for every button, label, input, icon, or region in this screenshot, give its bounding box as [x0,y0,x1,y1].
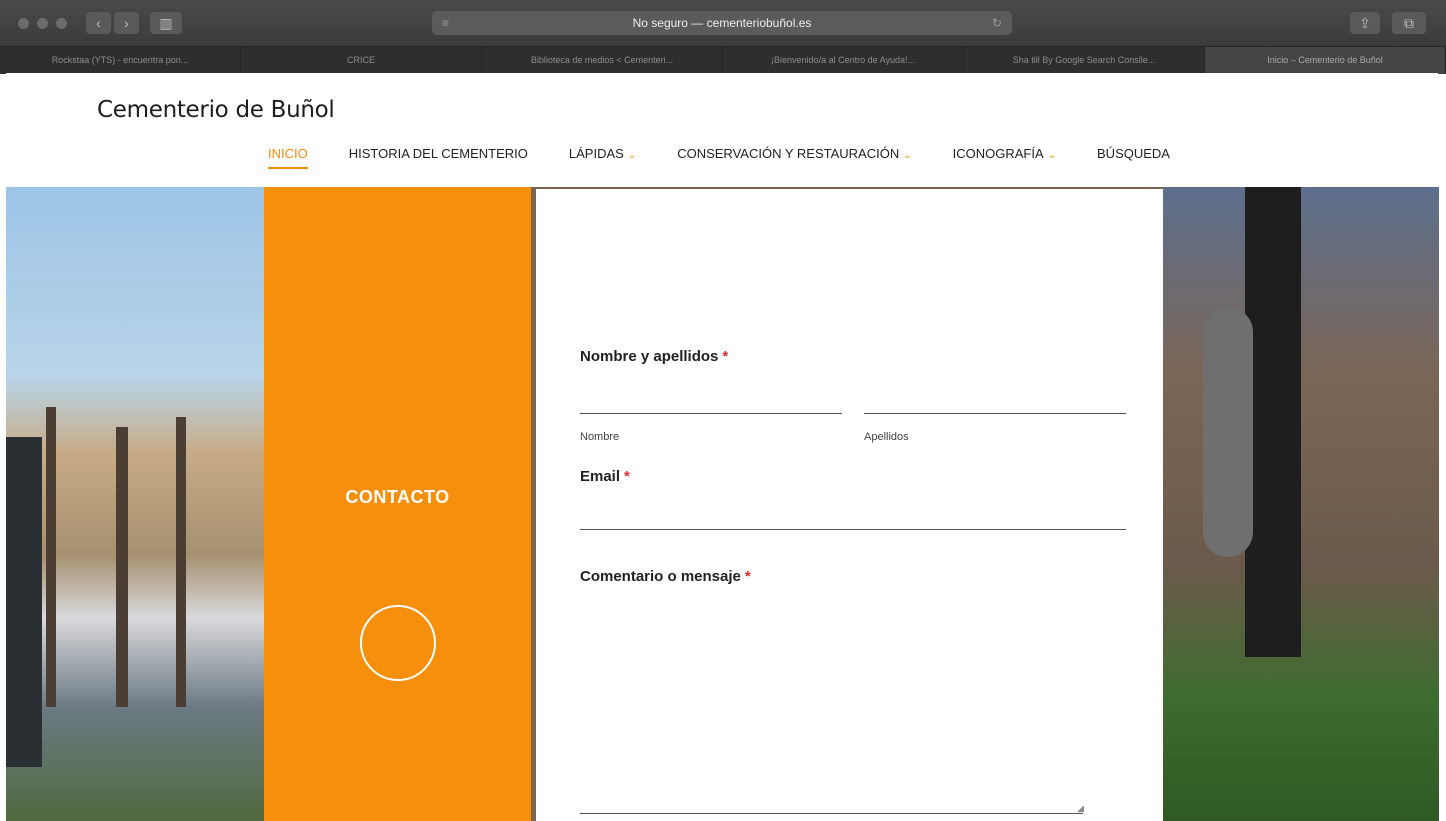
required-marker: * [722,348,729,365]
close-window-button[interactable] [18,18,29,29]
menu-item-busqueda[interactable]: BÚSQUEDA [1097,146,1170,161]
last-name-sublabel: Apellidos [864,431,909,443]
email-label-text: Email [580,468,621,485]
tree-trunk [46,407,56,707]
contact-title: CONTACTO [345,487,450,507]
menu-item-conservacion[interactable]: CONSERVACIÓN Y RESTAURACIÓN ⌄ [677,146,911,161]
tree-trunk [176,417,186,707]
menu-item-label: INICIO [268,146,308,161]
browser-tab[interactable]: ¡Bienvenido/a al Centro de Ayuda!... [723,47,964,74]
share-icon: ⇪ [1359,15,1371,31]
menu-item-label: ICONOGRAFÍA [952,146,1044,161]
chevron-left-icon: ‹ [96,15,101,31]
contact-panel: CONTACTO [264,187,531,821]
message-label: Comentario o mensaje * [580,568,751,585]
address-bar[interactable]: ≡ No seguro — cementeriobuñol.es ↻ [432,11,1012,35]
main-menu: INICIO HISTORIA DEL CEMENTERIO LÁPIDAS ⌄ … [268,146,1211,169]
message-field[interactable] [580,609,1083,814]
last-name-field[interactable] [864,389,1126,414]
resize-grip-icon[interactable]: ◢ [1077,803,1084,814]
first-name-field[interactable] [580,389,842,414]
site-header: Cementerio de Buñol INICIO HISTORIA DEL … [6,73,1438,187]
browser-chrome: ‹ › ▥ ≡ No seguro — cementeriobuñol.es ↻… [0,0,1446,74]
zoom-window-button[interactable] [56,18,67,29]
browser-tab[interactable]: CRICE [241,47,482,74]
new-tab-button[interactable]: ⧉ [1392,12,1426,34]
email-field[interactable] [580,505,1126,530]
browser-tab[interactable]: Biblioteca de medios < Cementeri... [482,47,723,74]
circle-icon [360,605,436,681]
chevron-down-icon: ⌄ [627,150,637,161]
menu-item-historia[interactable]: HISTORIA DEL CEMENTERIO [349,146,528,161]
required-marker: * [624,468,630,485]
forward-button[interactable]: › [114,12,139,34]
reload-icon[interactable]: ↻ [992,11,1002,35]
browser-tab-active[interactable]: Inicio – Cementerio de Buñol [1205,47,1446,74]
chevron-right-icon: › [124,15,129,31]
email-label: Email * [580,468,630,485]
chevron-down-icon: ⌄ [903,150,912,161]
contact-form: Nombre y apellidos * Nombre Apellidos Ema… [536,189,1163,821]
name-label-text: Nombre y apellidos [580,348,719,365]
reader-icon[interactable]: ≡ [442,11,449,35]
site-title[interactable]: Cementerio de Buñol [97,97,335,123]
address-text: No seguro — cementeriobuñol.es [632,16,812,30]
tabs-icon: ⧉ [1404,15,1414,31]
menu-item-label: BÚSQUEDA [1097,146,1170,161]
chevron-down-icon: ⌄ [1047,150,1057,161]
menu-item-label: CONSERVACIÓN Y RESTAURACIÓN [677,146,900,161]
background-photo-left [6,187,264,821]
name-label: Nombre y apellidos * [580,348,728,365]
first-name-sublabel: Nombre [580,431,620,443]
stone-sculpture [1203,307,1253,557]
dark-post [1245,187,1301,657]
browser-tab[interactable]: Sha till By Google Search Conslle... [964,47,1205,74]
menu-item-label: HISTORIA DEL CEMENTERIO [348,146,528,161]
tab-bar: Rockstaa (YTS) - encuentra pon... CRICE … [0,46,1446,74]
dark-pillar [6,437,42,767]
background-photo-right [1163,187,1439,821]
required-marker: * [744,568,751,585]
menu-item-label: LÁPIDAS [568,146,624,161]
message-label-text: Comentario o mensaje [580,568,741,585]
back-button[interactable]: ‹ [86,12,111,34]
minimize-window-button[interactable] [37,18,48,29]
menu-item-inicio[interactable]: INICIO [268,146,308,169]
window-controls [18,18,67,29]
browser-toolbar: ‹ › ▥ ≡ No seguro — cementeriobuñol.es ↻… [0,0,1446,46]
share-button[interactable]: ⇪ [1350,12,1380,34]
sidebar-icon: ▥ [159,15,173,31]
menu-item-iconografia[interactable]: ICONOGRAFÍA ⌄ [953,146,1056,161]
menu-item-lapidas[interactable]: LÁPIDAS ⌄ [569,146,636,161]
sidebar-toggle-button[interactable]: ▥ [150,12,182,34]
tree-trunk [116,427,128,707]
browser-tab[interactable]: Rockstaa (YTS) - encuentra pon... [0,47,241,74]
